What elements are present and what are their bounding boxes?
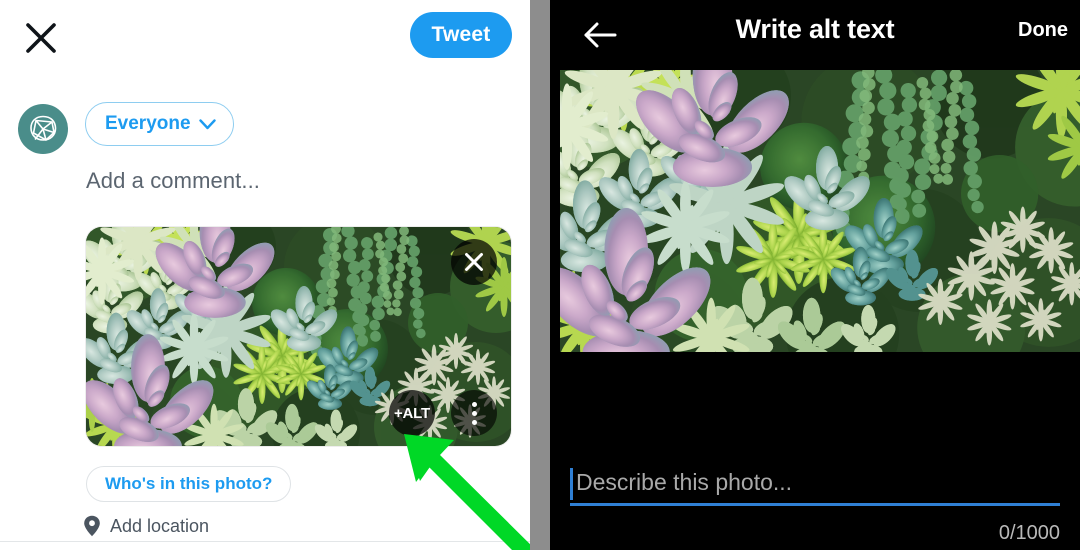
leaf-logo-icon	[30, 115, 57, 141]
alt-text-input[interactable]	[570, 466, 1060, 506]
character-counter: 0/1000	[998, 522, 1060, 544]
avatar[interactable]	[18, 104, 68, 154]
done-button[interactable]: Done	[1018, 19, 1068, 42]
alt-text-photo-preview	[560, 70, 1080, 352]
add-location-label: Add location	[110, 515, 210, 536]
compose-tweet-panel: Tweet Everyone Add a comment... +ALT Who…	[0, 0, 530, 550]
panel-divider	[530, 0, 550, 550]
succulent-garden-photo	[560, 70, 1080, 352]
text-caret	[570, 468, 573, 500]
panel-divider-line	[0, 541, 530, 542]
more-dot	[471, 419, 477, 425]
map-pin-icon	[84, 515, 100, 537]
screenshot-root: Tweet Everyone Add a comment... +ALT Who…	[0, 0, 1080, 550]
more-dot	[471, 401, 477, 407]
alt-text-header: Write alt text Done	[550, 0, 1080, 70]
add-location-button[interactable]: Add location	[84, 515, 209, 537]
close-icon[interactable]	[24, 21, 58, 55]
audience-selector[interactable]: Everyone	[85, 102, 234, 146]
audience-label: Everyone	[105, 113, 191, 134]
more-dot	[471, 410, 477, 416]
page-title: Write alt text	[735, 14, 895, 44]
succulent-garden-photo	[86, 227, 511, 446]
compose-header: Tweet	[0, 0, 530, 72]
remove-photo-button[interactable]	[451, 239, 497, 285]
attached-photo-thumbnail[interactable]: +ALT	[86, 227, 511, 446]
add-alt-text-button[interactable]: +ALT	[389, 390, 435, 436]
chevron-down-icon	[198, 118, 216, 129]
photo-more-options-button[interactable]	[451, 390, 497, 436]
alt-text-panel: Write alt text Done 0/1000	[550, 0, 1080, 550]
comment-input-placeholder[interactable]: Add a comment...	[86, 168, 260, 194]
close-icon	[465, 253, 483, 271]
whos-in-this-photo-button[interactable]: Who's in this photo?	[86, 466, 292, 502]
tweet-button[interactable]: Tweet	[410, 12, 512, 58]
alt-text-input-wrapper	[570, 466, 1060, 506]
